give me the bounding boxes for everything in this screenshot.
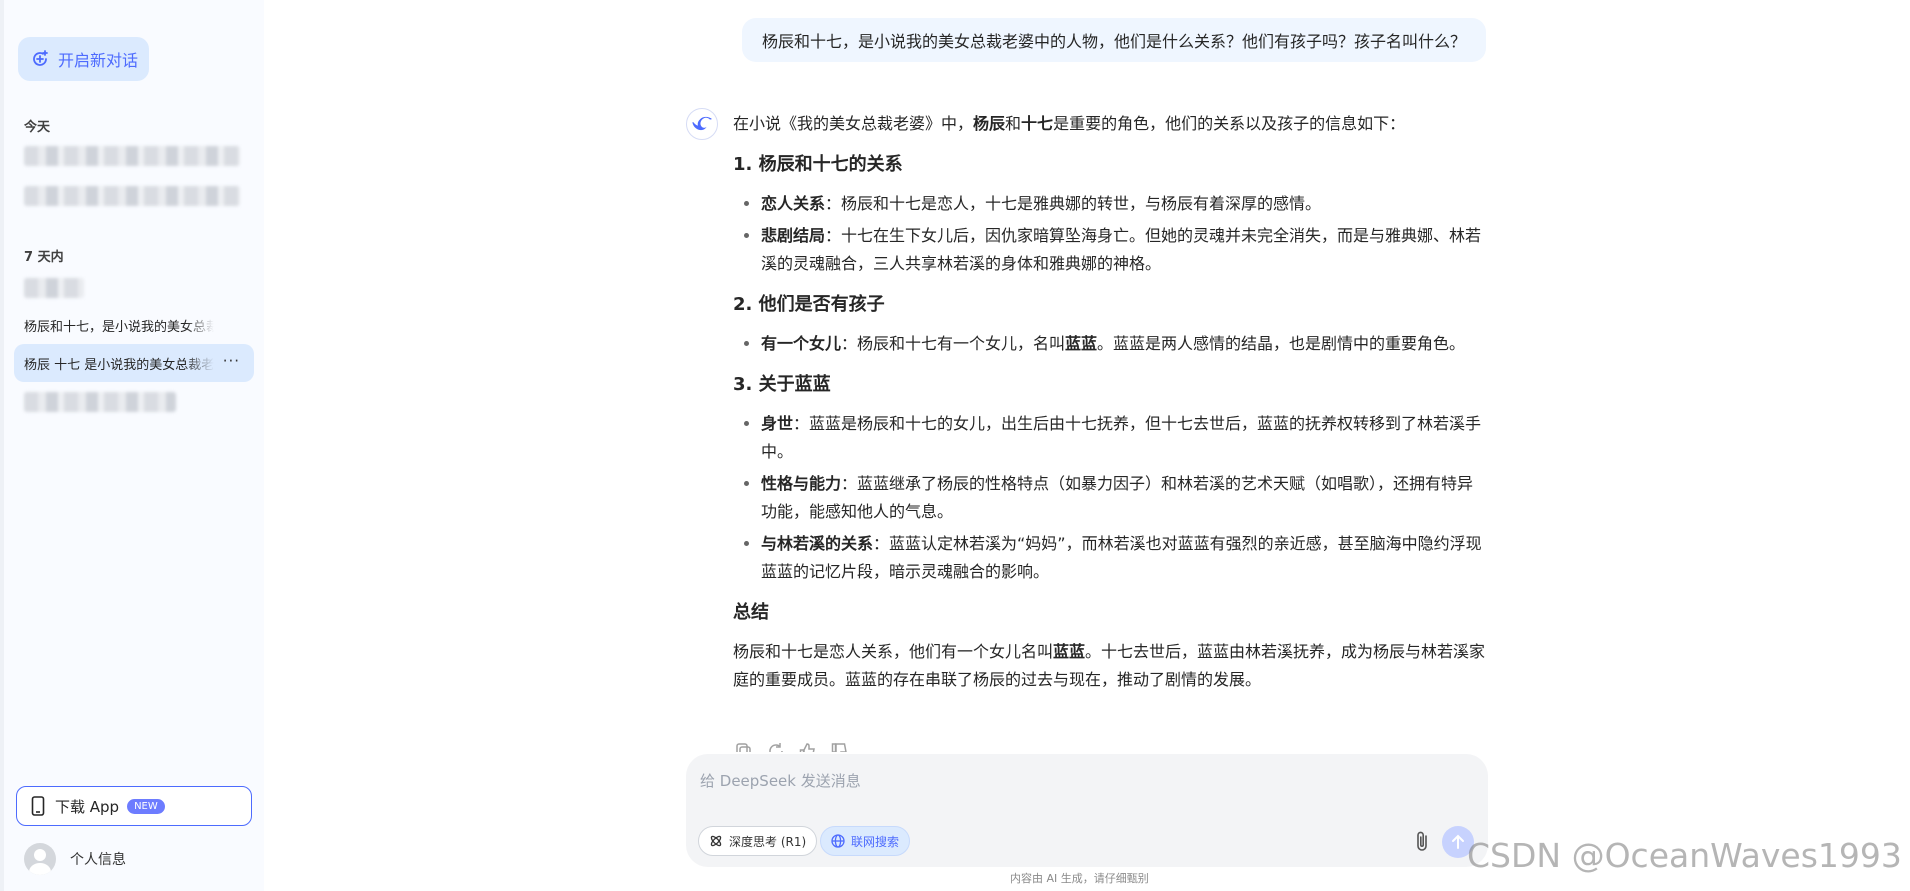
- history-item-blurred[interactable]: [24, 278, 84, 298]
- history-item-label: 杨辰 十七 是小说我的美女总裁老婆中的人物: [24, 357, 214, 373]
- user-message: 杨辰和十七，是小说我的美女总裁老婆中的人物，他们是什么关系？他们有孩子吗？孩子名…: [742, 18, 1486, 62]
- deep-think-icon: [710, 835, 722, 847]
- list-item: 悲剧结局：十七在生下女儿后，因仇家暗算坠海身亡。但她的灵魂并未完全消失，而是与雅…: [761, 222, 1489, 278]
- new-badge: NEW: [127, 798, 165, 814]
- assistant-answer: 在小说《我的美女总裁老婆》中，杨辰和十七是重要的角色，他们的关系以及孩子的信息如…: [733, 110, 1489, 694]
- item-text: ：十七在生下女儿后，因仇家暗算坠海身亡。但她的灵魂并未完全消失，而是与雅典娜、林…: [761, 226, 1482, 273]
- download-app-button[interactable]: 下载 App NEW: [16, 786, 252, 826]
- item-bold: 身世: [761, 414, 794, 433]
- list-item: 身世：蓝蓝是杨辰和十七的女儿，出生后由十七抚养，但十七去世后，蓝蓝的抚养权转移到…: [761, 410, 1489, 466]
- new-chat-icon: [33, 50, 48, 66]
- regenerate-icon[interactable]: [767, 742, 785, 752]
- item-text: ：蓝蓝继承了杨辰的性格特点（如暴力因子）和林若溪的艺术天赋（如唱歌），还拥有特异…: [761, 474, 1474, 521]
- section-heading: 2. 他们是否有孩子: [733, 294, 885, 315]
- section-7-days: 7 天内: [24, 250, 64, 265]
- deep-think-label: 深度思考 (R1): [729, 834, 807, 849]
- item-bold-name: 蓝蓝: [1065, 334, 1098, 353]
- item-text: ：蓝蓝是杨辰和十七的女儿，出生后由十七抚养，但十七去世后，蓝蓝的抚养权转移到了林…: [761, 414, 1482, 461]
- section-heading: 1. 杨辰和十七的关系: [733, 154, 903, 175]
- message-actions: [735, 742, 849, 752]
- section-today: 今天: [24, 120, 51, 135]
- message-input-box[interactable]: 给 DeepSeek 发送消息 深度思考 (R1) 联网搜索: [686, 754, 1488, 867]
- item-bold: 悲剧结局: [761, 226, 826, 245]
- copy-icon[interactable]: [735, 742, 753, 752]
- more-options-icon[interactable]: ···: [223, 352, 240, 370]
- item-bold: 性格与能力: [761, 474, 842, 493]
- deep-think-toggle[interactable]: 深度思考 (R1): [698, 826, 818, 856]
- web-search-toggle[interactable]: 联网搜索: [820, 826, 911, 856]
- profile-label: 个人信息: [70, 852, 126, 868]
- history-item-label: 杨辰和十七，是小说我的美女总裁老婆中的人物: [24, 319, 214, 335]
- bullet-list: 身世：蓝蓝是杨辰和十七的女儿，出生后由十七抚养，但十七去世后，蓝蓝的抚养权转移到…: [761, 410, 1489, 586]
- section-heading: 3. 关于蓝蓝: [733, 374, 831, 395]
- attach-icon[interactable]: [1414, 830, 1430, 856]
- user-message-text: 杨辰和十七，是小说我的美女总裁老婆中的人物，他们是什么关系？他们有孩子吗？孩子名…: [762, 32, 1467, 51]
- list-item: 性格与能力：蓝蓝继承了杨辰的性格特点（如暴力因子）和林若溪的艺术天赋（如唱歌），…: [761, 470, 1489, 526]
- intro-text: 在小说《我的美女总裁老婆》中，: [733, 114, 974, 133]
- thumbs-down-icon[interactable]: [831, 742, 849, 752]
- arrow-up-icon: [1452, 834, 1464, 849]
- intro-text: 和: [1005, 114, 1022, 133]
- bullet-list: 有一个女儿：杨辰和十七有一个女儿，名叫蓝蓝。蓝蓝是两人感情的结晶，也是剧情中的重…: [761, 330, 1489, 358]
- new-chat-button[interactable]: 开启新对话: [18, 37, 149, 81]
- bullet-list: 恋人关系：杨辰和十七是恋人，十七是雅典娜的转世，与杨辰有着深厚的感情。 悲剧结局…: [761, 190, 1489, 278]
- intro-bold-name: 十七: [1021, 114, 1054, 133]
- item-text: ：杨辰和十七有一个女儿，名叫: [841, 334, 1066, 353]
- watermark: CSDN @OceanWaves1993: [1467, 836, 1902, 875]
- intro-bold-name: 杨辰: [973, 114, 1006, 133]
- summary-text: 杨辰和十七是恋人关系，他们有一个女儿名叫: [733, 642, 1054, 661]
- window-edge: [0, 0, 4, 891]
- list-item: 恋人关系：杨辰和十七是恋人，十七是雅典娜的转世，与杨辰有着深厚的感情。: [761, 190, 1489, 218]
- ai-disclaimer: 内容由 AI 生成，请仔细甄别: [1010, 872, 1149, 885]
- download-app-label: 下载 App: [55, 797, 120, 816]
- item-bold: 与林若溪的关系: [761, 534, 874, 553]
- sidebar: 开启新对话 今天 7 天内 杨辰和十七，是小说我的美女总裁老婆中的人物 杨辰 十…: [0, 0, 264, 891]
- item-text: 。蓝蓝是两人感情的结晶，也是剧情中的重要角色。: [1097, 334, 1466, 353]
- history-item-blurred[interactable]: [24, 146, 240, 166]
- globe-icon: [831, 834, 845, 848]
- history-item-active[interactable]: 杨辰 十七 是小说我的美女总裁老婆中的人物 ···: [14, 344, 254, 382]
- list-item: 与林若溪的关系：蓝蓝认定林若溪为“妈妈”，而林若溪也对蓝蓝有强烈的亲近感，甚至脑…: [761, 530, 1489, 586]
- summary-paragraph: 杨辰和十七是恋人关系，他们有一个女儿名叫蓝蓝。十七去世后，蓝蓝由林若溪抚养，成为…: [733, 638, 1489, 694]
- message-input[interactable]: 给 DeepSeek 发送消息: [700, 770, 861, 791]
- new-chat-label: 开启新对话: [58, 51, 139, 70]
- profile-button[interactable]: 个人信息: [24, 843, 126, 875]
- history-item-blurred[interactable]: [24, 392, 176, 412]
- thumbs-up-icon[interactable]: [799, 742, 817, 752]
- web-search-label: 联网搜索: [851, 834, 900, 849]
- history-item[interactable]: 杨辰和十七，是小说我的美女总裁老婆中的人物: [14, 306, 254, 344]
- history-item-blurred[interactable]: [24, 186, 240, 206]
- item-text: ：杨辰和十七是恋人，十七是雅典娜的转世，与杨辰有着深厚的感情。: [825, 194, 1322, 213]
- avatar: [24, 843, 56, 875]
- summary-bold: 蓝蓝: [1053, 642, 1086, 661]
- deepseek-logo-icon: [686, 108, 718, 140]
- answer-intro: 在小说《我的美女总裁老婆》中，杨辰和十七是重要的角色，他们的关系以及孩子的信息如…: [733, 110, 1489, 138]
- item-bold: 有一个女儿: [761, 334, 842, 353]
- list-item: 有一个女儿：杨辰和十七有一个女儿，名叫蓝蓝。蓝蓝是两人感情的结晶，也是剧情中的重…: [761, 330, 1489, 358]
- phone-icon: [31, 796, 45, 816]
- section-heading: 总结: [733, 602, 769, 623]
- intro-text: 是重要的角色，他们的关系以及孩子的信息如下：: [1053, 114, 1406, 133]
- item-bold: 恋人关系: [761, 194, 826, 213]
